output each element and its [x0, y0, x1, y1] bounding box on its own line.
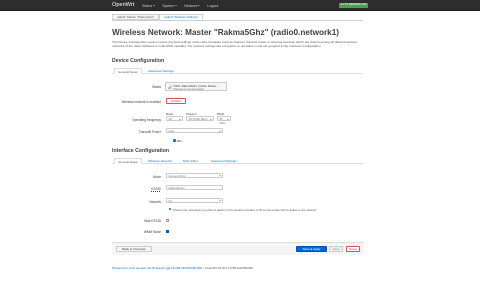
chevron-down-icon [226, 118, 229, 120]
footer: Powered by LuCI openwrt-18.06 branch (gi… [112, 266, 253, 270]
chevron-down-icon [218, 200, 221, 202]
network-label: Network [149, 199, 161, 204]
essid-input[interactable]: Rakma5Ghz [166, 184, 223, 190]
main-menu: Status System Network Logout [142, 4, 218, 8]
status-association: Wireless is not associated [173, 87, 204, 91]
enabled-label: Wireless network is enabled [121, 99, 161, 104]
reset-button[interactable]: Reset [346, 245, 360, 252]
tab-iface-advanced-settings[interactable]: Advanced Settings [208, 158, 240, 164]
save-button[interactable]: Save [329, 245, 343, 252]
network-help-icon [168, 207, 172, 211]
menu-status[interactable]: Status [142, 4, 156, 8]
width-select[interactable]: 80 MHz [217, 116, 231, 125]
footer-version: / OpenWrt 18.06.1 r7258-5eb055306f [202, 266, 253, 270]
txpower-label: Transmit Power [138, 130, 161, 134]
chevron-down-icon [218, 130, 221, 132]
essid-label: ESSID [151, 186, 161, 191]
disable-button[interactable]: Disable [166, 98, 186, 104]
wmm-checkbox[interactable] [166, 230, 169, 233]
frequency-label: Operating frequency [132, 118, 161, 122]
hide-essid-checkbox[interactable] [166, 219, 169, 222]
device-tabs: General Setup Advanced Settings [112, 67, 363, 74]
mode-label: Mode [153, 174, 161, 179]
channel-head: Channel [186, 111, 197, 116]
luci-link[interactable]: Powered by LuCI openwrt-18.06 branch (gi… [112, 266, 202, 270]
chevron-down-icon [218, 175, 221, 177]
menu-network[interactable]: Network [184, 4, 201, 8]
tab-wireless-security[interactable]: Wireless Security [145, 158, 175, 164]
txpower-unit: dBm [173, 139, 183, 143]
page-description: The Device Configuration section covers … [112, 39, 357, 48]
mode-head: Mode [166, 111, 173, 116]
signal-icon [168, 84, 172, 90]
tab-advanced-settings[interactable]: Advanced Settings [145, 68, 177, 74]
width-head: Width [217, 111, 225, 116]
channel-select[interactable]: 36 (5180 MHz) [186, 116, 214, 122]
interface-tabs: General Setup Wireless Security MAC-Filt… [112, 157, 363, 164]
menu-logout[interactable]: Logout [207, 4, 218, 8]
tab-iface-general-setup[interactable]: General Setup [114, 157, 142, 164]
chevron-down-icon [198, 5, 201, 7]
info-icon [173, 139, 176, 142]
back-to-overview-button[interactable]: Back to Overview [116, 245, 152, 252]
tab-general-setup[interactable]: General Setup [114, 67, 142, 74]
hide-essid-label: Hide ESSID [143, 219, 161, 223]
autorefresh-badge[interactable]: AUTO REFRESH ON [339, 3, 368, 8]
wmm-label: WMM Mode [143, 230, 161, 234]
device-config-title: Device Configuration [112, 58, 165, 64]
chevron-down-icon [153, 5, 156, 7]
brand-logo[interactable]: OpenWrt [112, 2, 134, 8]
status-box: SSID: Rakma5Ghz | Mode: Master Wireless … [165, 82, 227, 91]
menu-system[interactable]: System [162, 4, 178, 8]
mode-field[interactable]: Access Point [166, 172, 223, 178]
status-label: Status [151, 84, 161, 89]
chevron-down-icon [209, 118, 212, 120]
top-navbar: OpenWrt Status System Network Logout AUT… [0, 0, 480, 11]
network-select[interactable]: lan [166, 197, 223, 203]
chevron-down-icon [175, 5, 178, 7]
network-help-text: Choose the network(s) you want to attach… [173, 208, 317, 212]
chevron-down-icon [178, 118, 181, 120]
txpower-select[interactable]: auto [166, 128, 223, 134]
breadcrumb-divider [112, 20, 363, 21]
mode-select[interactable]: AC [166, 116, 183, 122]
interface-config-title: Interface Configuration [112, 148, 170, 154]
info-icon [168, 207, 172, 211]
save-apply-button[interactable]: Save & Apply [296, 245, 327, 252]
page-title: Wireless Network: Master "Rakma5Ghz" (ra… [112, 28, 340, 37]
tab-mac-filter[interactable]: MAC-Filter [180, 158, 201, 164]
